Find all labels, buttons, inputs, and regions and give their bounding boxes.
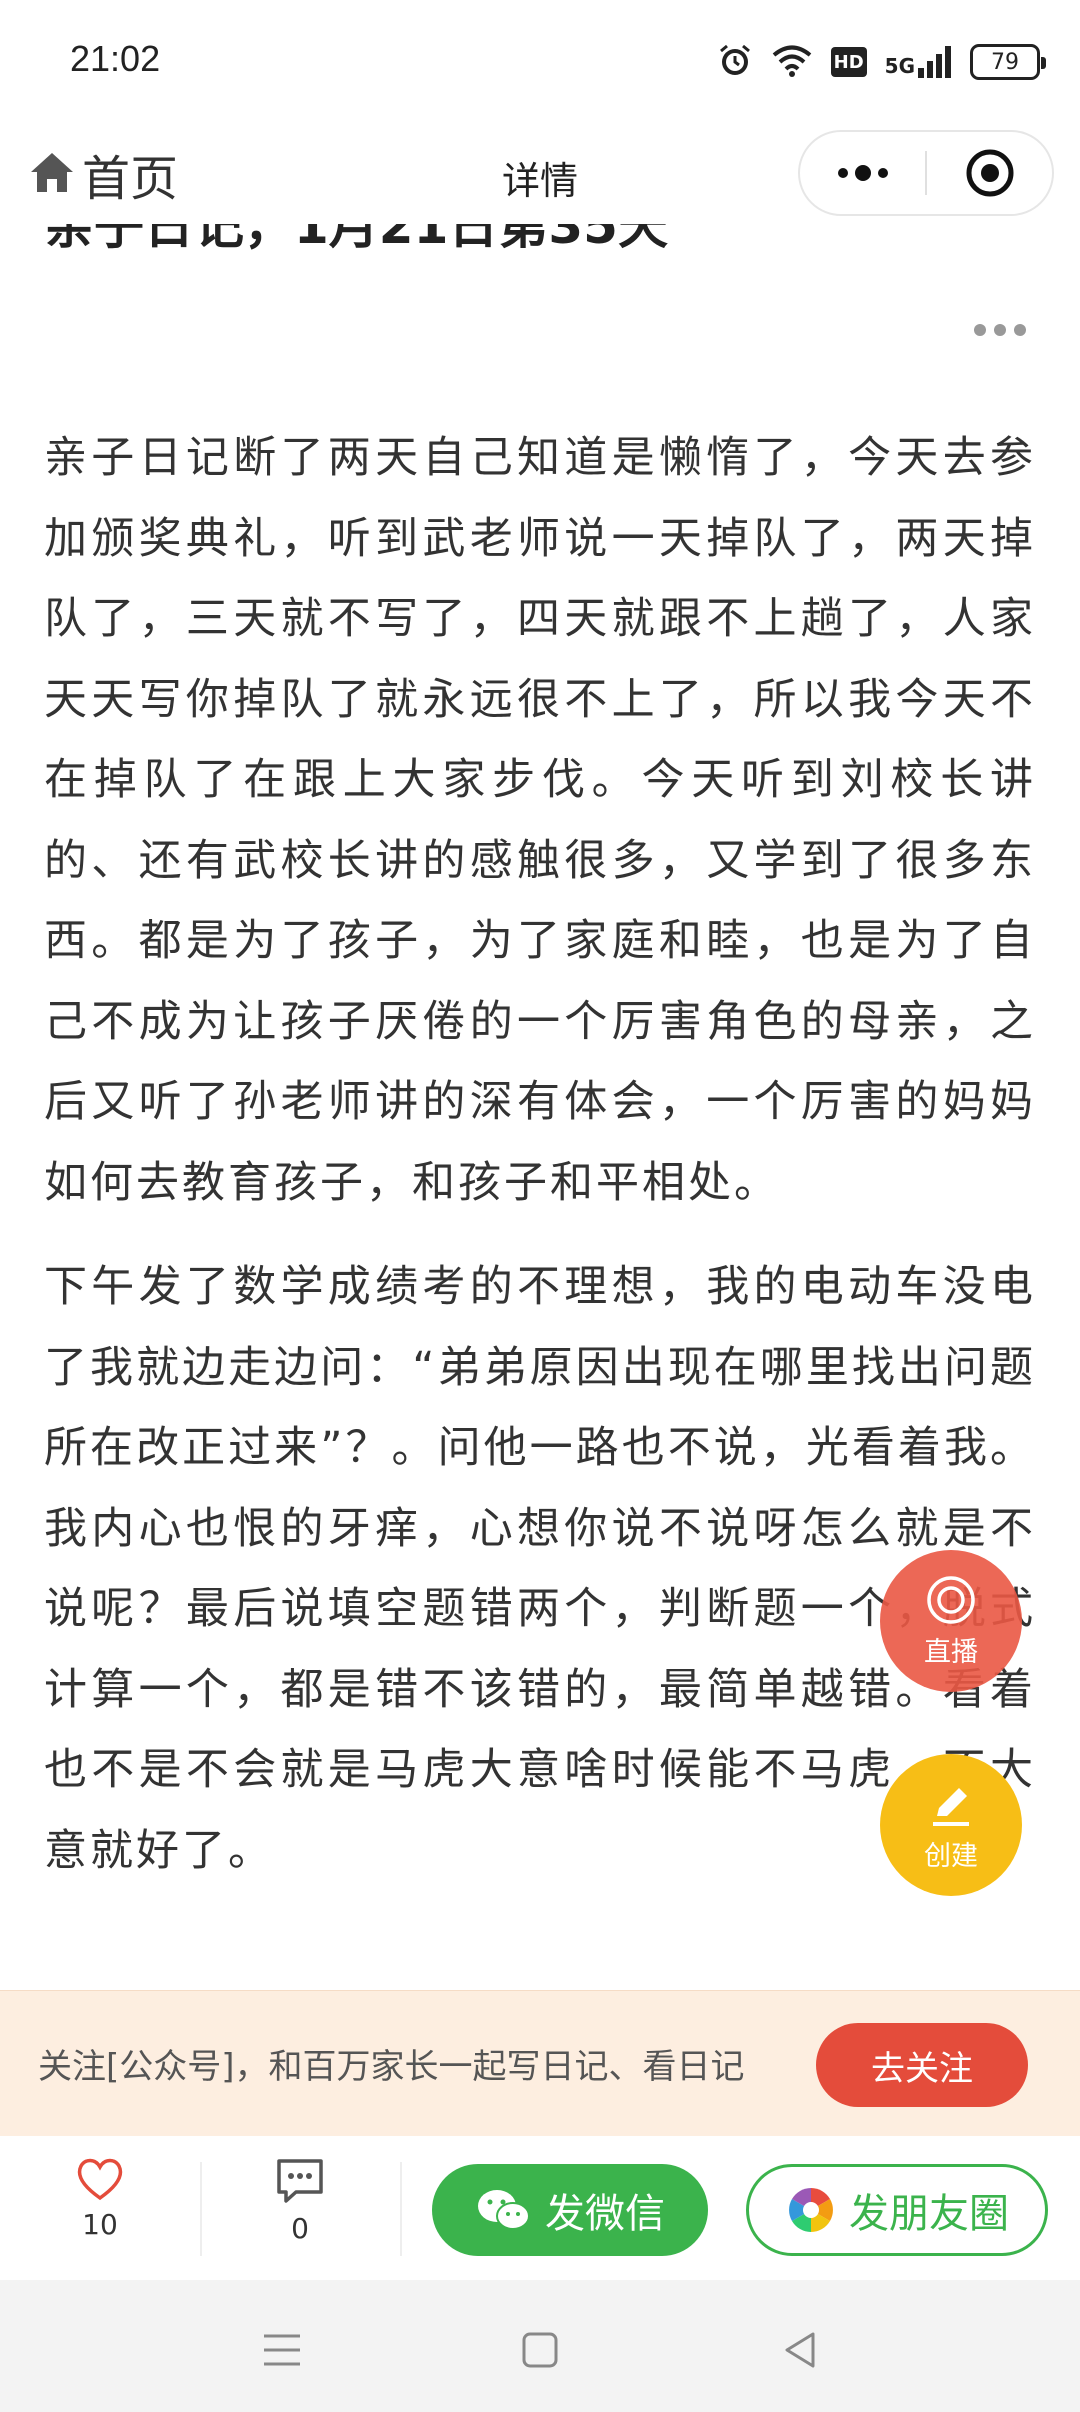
more-dots-icon: [837, 165, 888, 181]
dot: [974, 324, 986, 336]
mini-program-capsule: [798, 130, 1054, 216]
live-button[interactable]: 直播: [880, 1550, 1022, 1692]
like-count: 10: [82, 2208, 118, 2241]
recent-apps-button[interactable]: [252, 2320, 312, 2380]
like-button[interactable]: 10: [40, 2156, 160, 2241]
share-wechat-button[interactable]: 发微信: [432, 2164, 708, 2256]
action-bar: 10 0 发微信 发朋友圈: [0, 2136, 1080, 2280]
comment-icon: [277, 2159, 323, 2203]
follow-button[interactable]: 去关注: [816, 2023, 1028, 2107]
target-icon: [966, 149, 1013, 197]
close-mini-program-button[interactable]: [927, 132, 1052, 214]
battery-level: 79: [991, 49, 1019, 75]
square-icon: [522, 2332, 558, 2368]
dot: [1014, 324, 1026, 336]
status-icons: HD 5G 79: [717, 40, 1046, 84]
action-divider: [400, 2162, 402, 2256]
create-label: 创建: [924, 1840, 978, 1872]
nav-bar: 首页 详情: [0, 124, 1080, 224]
moments-aperture-icon: [789, 2188, 833, 2232]
back-triangle-icon: [785, 2332, 815, 2368]
dot: [994, 324, 1006, 336]
share-moments-button[interactable]: 发朋友圈: [746, 2164, 1048, 2256]
signal-icon: 5G: [885, 46, 952, 78]
status-time: 21:02: [70, 38, 161, 79]
wifi-icon: [771, 43, 813, 81]
home-system-button[interactable]: [510, 2320, 570, 2380]
comment-count: 0: [291, 2212, 309, 2245]
status-bar: 21:02 HD 5G 79: [0, 0, 1080, 124]
article-body: 亲子日记断了两天自己知道是懒惰了，今天去参加颁奖典礼，听到武老师说一天掉队了，两…: [44, 418, 1036, 1891]
wechat-icon: [478, 2190, 530, 2230]
comment-button[interactable]: 0: [240, 2156, 360, 2245]
hd-icon: HD: [830, 47, 867, 77]
article-more-button[interactable]: [974, 324, 1026, 336]
pencil-icon: [933, 1787, 969, 1826]
back-system-button[interactable]: [770, 2320, 830, 2380]
home-label: 首页: [82, 151, 179, 207]
follow-text: 关注[公众号]，和百万家长一起写日记、看日记: [38, 2047, 745, 2087]
share-wechat-label: 发微信: [545, 2191, 665, 2237]
article-title: 亲子日记，1月21日第35天: [44, 224, 668, 255]
follow-banner: 关注[公众号]，和百万家长一起写日记、看日记 去关注: [0, 1990, 1080, 2136]
network-type: 5G: [884, 54, 915, 78]
article-paragraph: 亲子日记断了两天自己知道是懒惰了，今天去参加颁奖典礼，听到武老师说一天掉队了，两…: [44, 433, 1036, 1208]
home-button[interactable]: 首页: [28, 144, 178, 207]
system-nav-bar: [0, 2280, 1080, 2412]
more-menu-button[interactable]: [800, 132, 925, 214]
share-moments-label: 发朋友圈: [849, 2191, 1009, 2237]
heart-icon: [77, 2158, 123, 2201]
article-content[interactable]: 亲子日记，1月21日第35天 亲子日记断了两天自己知道是懒惰了，今天去参加颁奖典…: [0, 224, 1080, 1990]
action-divider: [200, 2162, 202, 2256]
live-icon: [927, 1575, 975, 1624]
menu-lines-icon: [264, 2334, 300, 2366]
create-button[interactable]: 创建: [880, 1754, 1022, 1896]
battery-icon: 79: [970, 44, 1046, 80]
home-icon: [28, 148, 76, 200]
live-label: 直播: [924, 1636, 978, 1668]
alarm-icon: [717, 42, 753, 82]
